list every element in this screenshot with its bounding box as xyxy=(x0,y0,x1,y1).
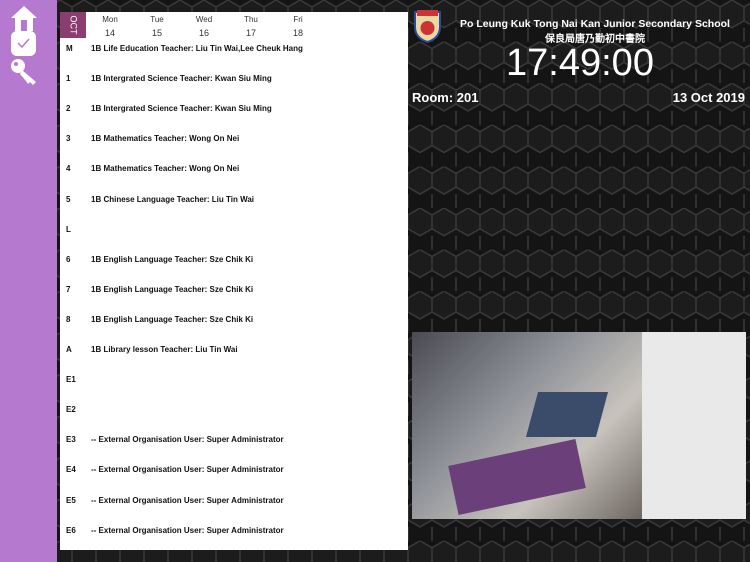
period-label: 7 xyxy=(66,284,71,294)
lesson-text: 1B Mathematics Teacher: Wong On Nei xyxy=(91,164,240,174)
period-label: E6 xyxy=(66,525,76,535)
day-mon[interactable]: Mon 14 xyxy=(90,15,130,38)
school-crest-logo xyxy=(414,10,441,43)
sidebar xyxy=(0,0,57,562)
lesson-text: -- External Organisation User: Super Adm… xyxy=(91,525,284,535)
lesson-text: 1B English Language Teacher: Sze Chik Ki xyxy=(91,254,254,264)
period-label: E3 xyxy=(66,435,76,445)
period-label: 1 xyxy=(66,74,71,84)
clock: 17:49:00 xyxy=(506,42,654,84)
lesson-text: -- External Organisation User: Super Adm… xyxy=(91,495,284,505)
period-label: E5 xyxy=(66,495,76,505)
period-label: 4 xyxy=(66,164,71,174)
day-fri[interactable]: Fri 18 xyxy=(278,15,318,38)
classroom-photo xyxy=(412,332,746,519)
period-label: E1 xyxy=(66,375,76,385)
day-thu[interactable]: Thu 17 xyxy=(231,15,271,38)
period-label: 2 xyxy=(66,104,71,114)
period-label: M xyxy=(66,44,73,53)
lesson-text: 1B Life Education Teacher: Liu Tin Wai,L… xyxy=(91,44,303,53)
day-tue[interactable]: Tue 15 xyxy=(137,15,177,38)
key-icon[interactable] xyxy=(10,58,38,86)
lesson-text: 1B Library lesson Teacher: Liu Tin Wai xyxy=(91,345,238,354)
day-wed[interactable]: Wed 16 xyxy=(184,15,224,38)
room-label: Room: 201 xyxy=(412,90,479,105)
period-label: E4 xyxy=(66,465,76,475)
period-label: L xyxy=(66,224,71,234)
lesson-text: 1B Intergrated Science Teacher: Kwan Siu… xyxy=(91,74,272,84)
lesson-text: 1B English Language Teacher: Sze Chik Ki xyxy=(91,314,254,324)
check-icon[interactable] xyxy=(11,31,36,56)
lesson-text: -- External Organisation User: Super Adm… xyxy=(91,435,284,445)
month-label: OCT xyxy=(60,12,86,38)
lesson-text: 1B Chinese Language Teacher: Liu Tin Wai xyxy=(91,194,254,204)
home-icon[interactable] xyxy=(10,4,38,32)
period-label: 6 xyxy=(66,254,71,264)
lesson-text: 1B Intergrated Science Teacher: Kwan Siu… xyxy=(91,104,272,114)
date-label: 13 Oct 2019 xyxy=(672,90,745,105)
lesson-text: -- External Organisation User: Super Adm… xyxy=(91,465,284,475)
period-label: 3 xyxy=(66,134,71,144)
period-label: 5 xyxy=(66,194,71,204)
lesson-text: 1B English Language Teacher: Sze Chik Ki xyxy=(91,284,254,294)
lesson-text: 1B Mathematics Teacher: Wong On Nei xyxy=(91,134,240,144)
period-label: A xyxy=(66,345,72,354)
timetable-panel: OCT Mon 14 Tue 15 Wed 16 Thu 17 Fri 18 M 1B Li… xyxy=(60,12,408,550)
period-label: E2 xyxy=(66,405,76,415)
school-name-en: Po Leung Kuk Tong Nai Kan Junior Seconda… xyxy=(460,18,730,30)
period-label: 8 xyxy=(66,314,71,324)
